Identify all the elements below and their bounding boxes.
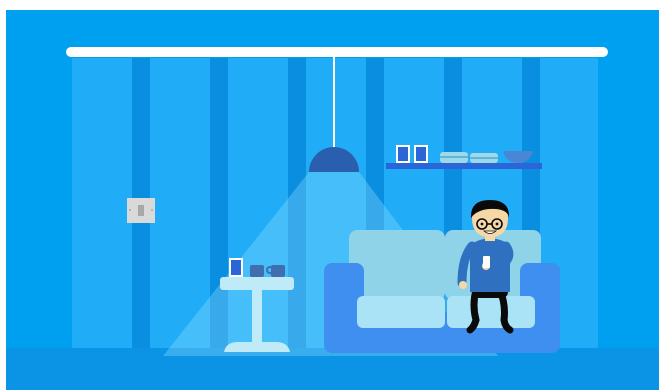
phone-icon: [483, 256, 490, 268]
ceiling-rail: [66, 47, 608, 57]
picture-frame-icon: [414, 145, 428, 163]
sofa-icon: [324, 230, 560, 353]
picture-frame-icon: [229, 258, 243, 277]
light-switch-icon: [127, 198, 155, 223]
living-room-illustration: [0, 0, 665, 390]
mug-icon: [250, 265, 264, 277]
picture-frame-icon: [396, 145, 410, 163]
